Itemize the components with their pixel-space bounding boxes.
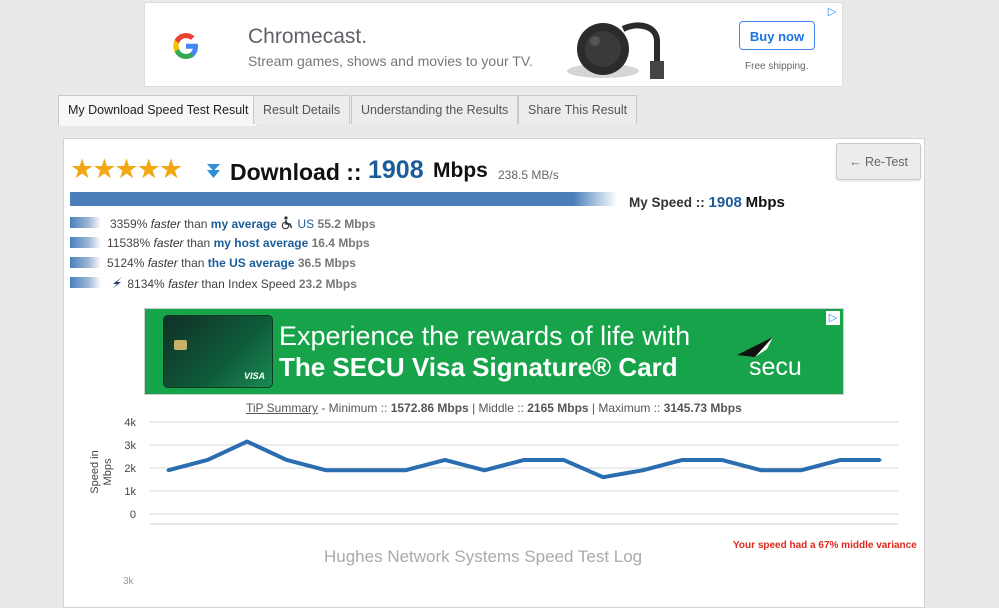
comparison-faster: faster [168,277,199,291]
download-label: Download :: [230,159,362,185]
speed-data-point[interactable] [641,468,645,472]
y-tick-label: 2k [124,463,136,475]
us-average-link[interactable]: the US average [208,256,295,270]
variance-note: Your speed had a 67% middle variance [733,540,917,551]
visa-logo: VISA [243,371,265,381]
download-speed-unit: Mbps [433,159,488,182]
speed-data-point[interactable] [720,458,724,462]
comparison-bar [70,237,101,248]
y-tick-label: 0 [130,509,136,521]
speed-data-point[interactable] [443,458,447,462]
comparison-than: than [186,236,211,250]
visa-card-image: VISA [163,315,273,388]
chromecast-ad[interactable]: Chromecast. Stream games, shows and movi… [144,2,843,87]
comparison-percent: 8134% [127,277,165,291]
comparison-text: 8134% faster than Index Speed 23.2 Mbps [110,276,357,291]
comparison-percent: 3359% [110,217,148,231]
comparison-text: 5124% faster than the US average 36.5 Mb… [107,256,356,270]
wheelchair-icon [281,216,293,230]
log-chart-tick-label: 3k [123,576,134,587]
comparison-row: 3359% faster than my average US 55.2 Mbp… [70,214,470,232]
comparison-bar [70,257,101,268]
my-host-average-link[interactable]: my host average [214,236,309,250]
ad-headline-card[interactable]: The SECU Visa Signature® Card [279,352,678,383]
comparison-than: than [181,256,205,270]
y-axis-label: Speed inMbps [89,450,114,493]
comparison-text: 3359% faster than my average US 55.2 Mbp… [110,216,376,231]
my-speed-summary: My Speed :: 1908 Mbps [629,194,785,211]
speed-data-point[interactable] [482,468,486,472]
my-speed-label: My Speed :: [629,195,705,210]
secu-logo: secu [749,353,802,381]
my-speed-unit: Mbps [745,194,785,211]
download-mbytes-per-second: 238.5 MB/s [498,168,559,182]
comparison-bar [70,277,101,288]
free-shipping-text: Free shipping. [745,61,809,72]
my-speed-bar [70,192,617,206]
ad-title[interactable]: Chromecast. [248,25,367,49]
comparison-location: US [297,217,315,231]
comparison-faster: faster [153,236,184,250]
tab-understanding-the-results[interactable]: Understanding the Results [351,95,519,124]
speed-data-point[interactable] [680,458,684,462]
chromecast-device-image[interactable] [565,11,683,83]
adchoices-icon[interactable]: ▷ [825,5,839,19]
speed-data-point[interactable] [403,468,407,472]
comparison-faster: faster [147,256,178,270]
ad-headline[interactable]: Experience the rewards of life with [279,321,690,352]
comparison-value: 55.2 Mbps [317,217,376,231]
speed-data-point[interactable] [364,468,368,472]
ad-subtitle[interactable]: Stream games, shows and movies to your T… [248,53,533,69]
tab-result-details[interactable]: Result Details [253,95,351,124]
lightning-icon [112,277,122,289]
speed-data-point[interactable] [601,475,605,479]
comparison-row: 8134% faster than Index Speed 23.2 Mbps [70,274,470,292]
buy-now-button[interactable]: Buy now [739,21,815,50]
my-average-link[interactable]: my average [211,217,277,231]
download-arrow-icon [207,164,220,178]
comparison-percent: 5124% [107,256,145,270]
speed-data-point[interactable] [562,458,566,462]
comparison-value: 23.2 Mbps [298,277,357,291]
comparison-text: 11538% faster than my host average 16.4 … [107,236,370,250]
google-logo-icon [173,33,198,59]
tab-share-this-result[interactable]: Share This Result [518,95,638,124]
secu-visa-ad[interactable]: VISA Experience the rewards of life with… [144,308,844,395]
comparison-value: 16.4 Mbps [311,236,370,250]
speed-data-point[interactable] [245,440,249,444]
y-tick-label: 1k [124,486,136,498]
y-tick-label: 3k [124,440,136,452]
adchoices-icon[interactable]: ▷ [826,311,840,325]
comparison-than: than Index Speed [201,277,296,291]
speed-test-log-title: Hughes Network Systems Speed Test Log [324,547,643,566]
retest-button[interactable]: ← Re-Test [836,143,921,180]
speed-data-point[interactable] [759,468,763,472]
speed-data-point[interactable] [285,458,289,462]
comparison-faster: faster [150,217,181,231]
speed-data-point[interactable] [166,468,170,472]
speed-data-point[interactable] [799,468,803,472]
speed-line-chart: 0 1k 2k 3k 4k Speed inMbps [89,417,898,525]
tab-my-download-speed-test-result[interactable]: My Download Speed Test Result [58,95,259,126]
card-chip-icon [174,340,187,350]
y-tick-label: 4k [124,417,136,429]
comparison-percent: 11538% [107,236,151,250]
speed-data-point[interactable] [206,458,210,462]
comparison-value: 36.5 Mbps [297,256,356,270]
comparison-than: than [184,217,208,231]
comparison-row: 5124% faster than the US average 36.5 Mb… [70,254,470,272]
my-speed-value: 1908 [708,194,742,211]
comparison-row: 11538% faster than my host average 16.4 … [70,234,470,252]
download-speed-value: 1908 [368,156,424,184]
speed-data-point[interactable] [838,458,842,462]
rating-stars: ★★★★★ [70,154,183,184]
speed-data-point[interactable] [324,468,328,472]
speed-data-point[interactable] [878,458,882,462]
comparison-bar [70,217,101,228]
speed-data-point[interactable] [522,458,526,462]
